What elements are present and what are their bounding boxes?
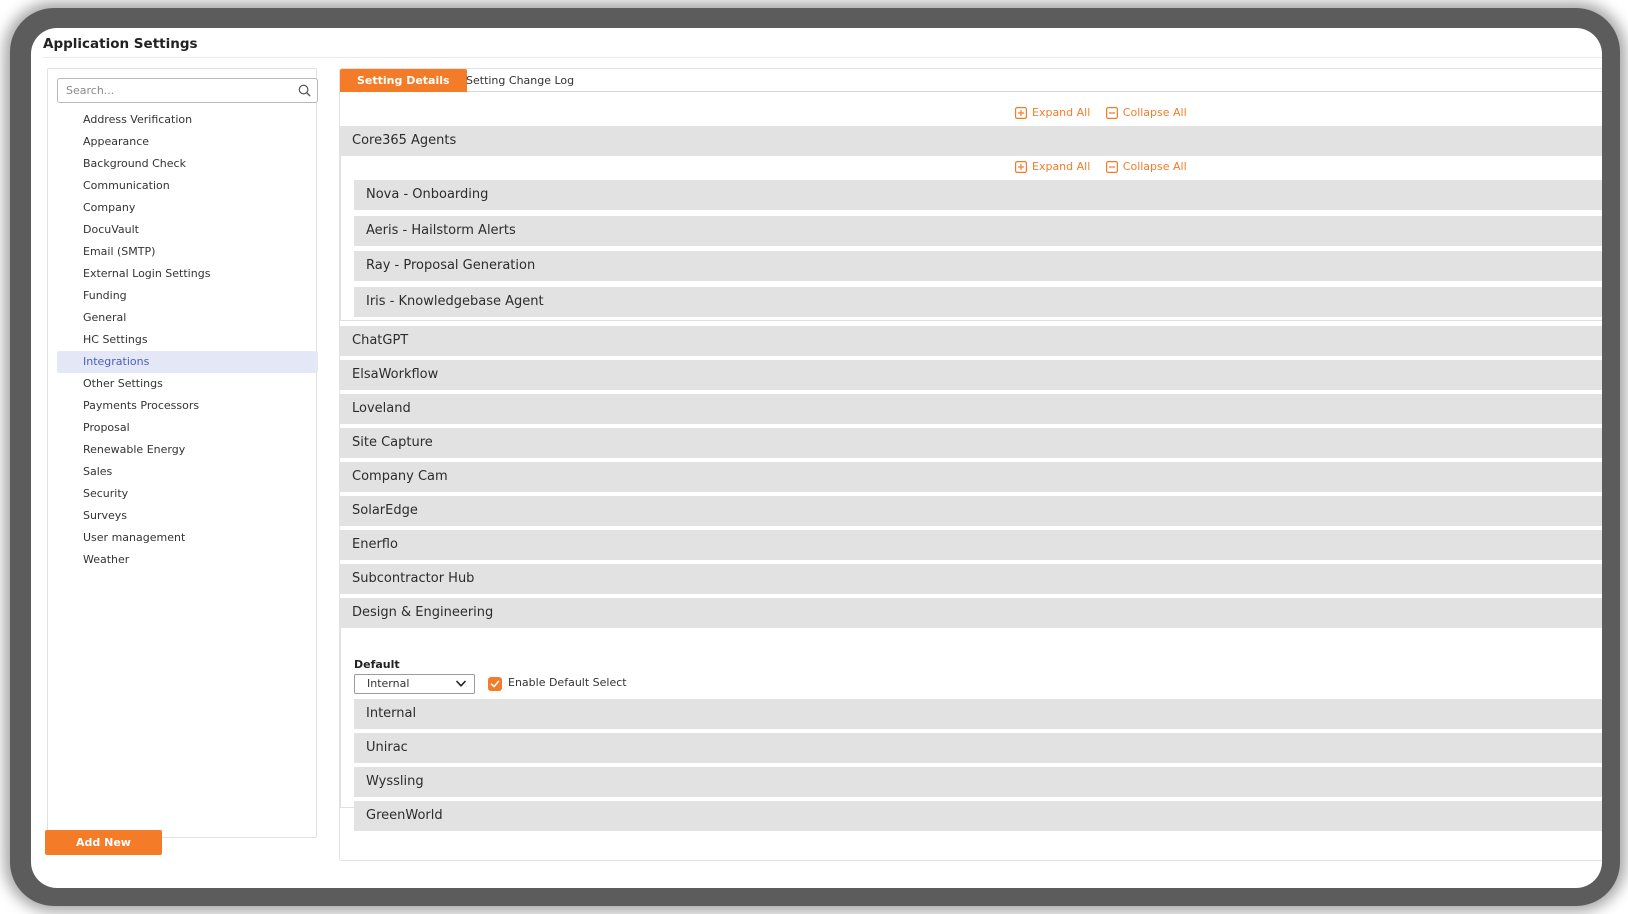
search-box — [57, 78, 318, 103]
sidebar-item-other-settings[interactable]: Other Settings — [57, 373, 318, 395]
settings-sidebar: Address VerificationAppearanceBackground… — [47, 68, 318, 838]
accordion-subcontractor-hub[interactable]: Subcontractor Hub — [340, 564, 1602, 594]
sidebar-item-hc-settings[interactable]: HC Settings — [57, 329, 318, 351]
sidebar-item-address-verification[interactable]: Address Verification — [57, 109, 318, 131]
page-title: Application Settings — [43, 36, 198, 52]
sidebar-item-appearance[interactable]: Appearance — [57, 131, 318, 153]
accordion-iris-knowledgebase-agent[interactable]: Iris - Knowledgebase Agent — [354, 287, 1602, 317]
main-panel: Setting Details Setting Change Log Expan… — [339, 68, 1602, 861]
sidebar-item-docuvault[interactable]: DocuVault — [57, 219, 318, 241]
tab-setting-change-log[interactable]: Setting Change Log — [449, 69, 591, 92]
accordion-company-cam[interactable]: Company Cam — [340, 462, 1602, 492]
sidebar-item-external-login-settings[interactable]: External Login Settings — [57, 263, 318, 285]
sidebar-item-general[interactable]: General — [57, 307, 318, 329]
enable-default-select-checkbox[interactable] — [488, 677, 502, 691]
collapse-all-label: Collapse All — [1122, 106, 1187, 119]
sidebar-item-sales[interactable]: Sales — [57, 461, 318, 483]
accordion-chatgpt[interactable]: ChatGPT — [340, 326, 1602, 356]
default-label: Default — [354, 658, 400, 671]
accordion-enerflo[interactable]: Enerflo — [340, 530, 1602, 560]
core365-expand-controls: Expand All Collapse All — [1015, 160, 1199, 176]
sidebar-item-user-management[interactable]: User management — [57, 527, 318, 549]
sidebar-item-background-check[interactable]: Background Check — [57, 153, 318, 175]
expand-all-button[interactable]: Expand All — [1015, 106, 1090, 119]
accordion-design-engineering[interactable]: Design & Engineering — [340, 598, 1602, 628]
sidebar-item-email-smtp[interactable]: Email (SMTP) — [57, 241, 318, 263]
sidebar-item-communication[interactable]: Communication — [57, 175, 318, 197]
accordion-nova-onboarding[interactable]: Nova - Onboarding — [354, 180, 1602, 210]
accordion-ray-proposal-generation[interactable]: Ray - Proposal Generation — [354, 251, 1602, 281]
sidebar-item-surveys[interactable]: Surveys — [57, 505, 318, 527]
collapse-all-label: Collapse All — [1122, 160, 1187, 173]
accordion-solaredge[interactable]: SolarEdge — [340, 496, 1602, 526]
collapse-all-button[interactable]: Collapse All — [1105, 106, 1187, 119]
checkmark-icon — [490, 680, 500, 688]
accordion-loveland[interactable]: Loveland — [340, 394, 1602, 424]
default-select[interactable]: Internal — [354, 674, 475, 694]
expand-all-label: Expand All — [1032, 160, 1091, 173]
expand-square-icon — [1015, 160, 1027, 173]
search-input[interactable] — [58, 79, 283, 102]
accordion-elsaworkflow[interactable]: ElsaWorkflow — [340, 360, 1602, 390]
expand-all-label: Expand All — [1032, 106, 1091, 119]
settings-window: Application Settings Address Verificatio… — [31, 28, 1602, 888]
tab-bar: Setting Details Setting Change Log — [340, 69, 1602, 92]
collapse-square-icon — [1105, 106, 1118, 119]
sidebar-item-payments-processors[interactable]: Payments Processors — [57, 395, 318, 417]
sidebar-item-integrations[interactable]: Integrations — [57, 351, 318, 373]
enable-default-select-label: Enable Default Select — [508, 676, 627, 689]
sidebar-item-renewable-energy[interactable]: Renewable Energy — [57, 439, 318, 461]
accordion-core365-agents[interactable]: Core365 Agents — [340, 126, 1602, 156]
add-new-button[interactable]: Add New — [45, 830, 162, 855]
expand-square-icon — [1015, 106, 1027, 119]
sidebar-item-funding[interactable]: Funding — [57, 285, 318, 307]
default-select-value: Internal — [367, 677, 410, 690]
accordion-unirac[interactable]: Unirac — [354, 733, 1602, 763]
accordion-aeris-hailstorm-alerts[interactable]: Aeris - Hailstorm Alerts — [354, 216, 1602, 246]
sidebar-item-weather[interactable]: Weather — [57, 549, 318, 571]
title-divider — [43, 57, 1602, 58]
sidebar-nav: Address Verification Appearance Background… — [57, 109, 318, 571]
sidebar-item-proposal[interactable]: Proposal — [57, 417, 318, 439]
chevron-down-icon — [456, 680, 466, 687]
accordion-internal[interactable]: Internal — [354, 699, 1602, 729]
accordion-greenworld[interactable]: GreenWorld — [354, 801, 1602, 831]
accordion-wyssling[interactable]: Wyssling — [354, 767, 1602, 797]
collapse-square-icon — [1105, 160, 1118, 173]
sidebar-item-security[interactable]: Security — [57, 483, 318, 505]
sidebar-item-company[interactable]: Company — [57, 197, 318, 219]
core365-expand-all-button[interactable]: Expand All — [1015, 160, 1090, 173]
global-expand-controls: Expand All Collapse All — [1015, 106, 1199, 122]
tab-setting-details[interactable]: Setting Details — [340, 69, 467, 92]
accordion-site-capture[interactable]: Site Capture — [340, 428, 1602, 458]
core365-collapse-all-button[interactable]: Collapse All — [1105, 160, 1187, 173]
search-icon[interactable] — [297, 83, 312, 98]
